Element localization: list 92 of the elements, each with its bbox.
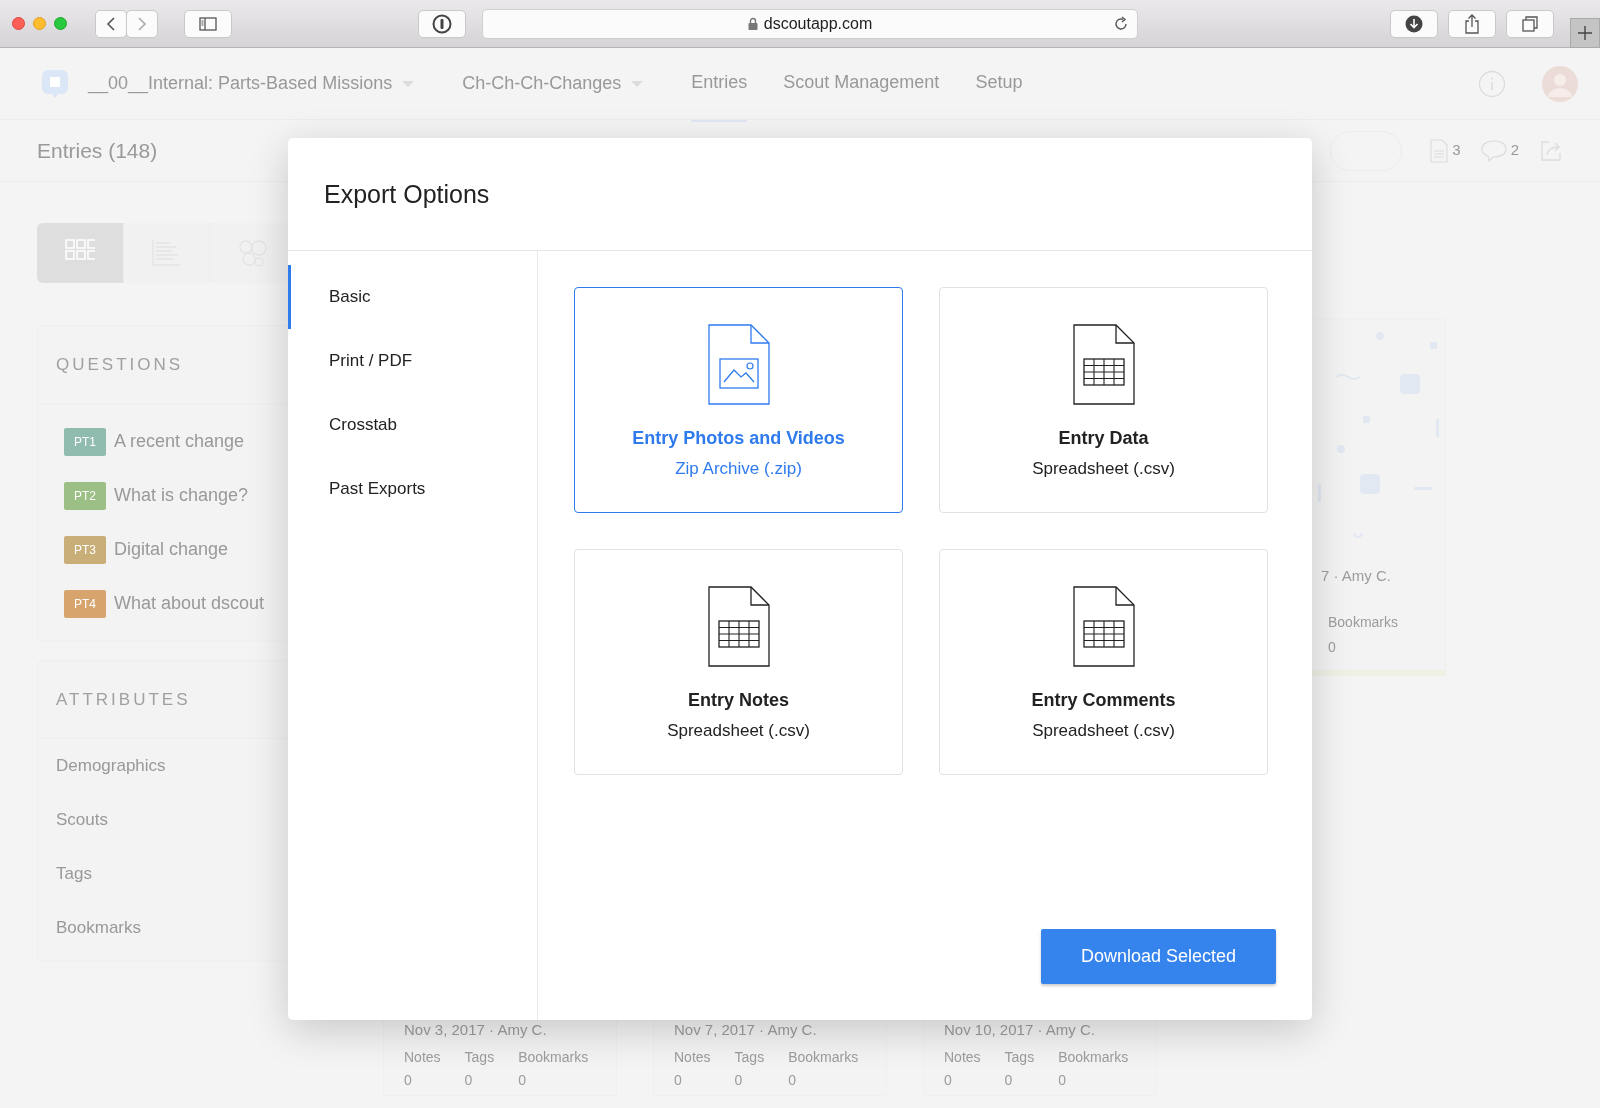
page-title: Entries (148) bbox=[37, 137, 158, 164]
download-button[interactable]: Download Selected bbox=[1041, 929, 1276, 984]
question-tag: PT3 bbox=[64, 535, 106, 564]
stat-label: Tags bbox=[734, 1048, 765, 1067]
tabs-icon bbox=[1522, 15, 1538, 32]
logo-icon bbox=[40, 67, 70, 100]
comment-icon[interactable] bbox=[1480, 138, 1507, 163]
tabs-button[interactable] bbox=[1506, 9, 1554, 38]
stat-value: 0 bbox=[464, 1071, 474, 1090]
nav-tab[interactable]: Setup bbox=[975, 45, 1023, 122]
entry-meta: Nov 3, 2017 · Amy C. bbox=[404, 1019, 548, 1040]
stat-label: Tags bbox=[464, 1048, 495, 1067]
option-subtitle: Spreadsheet (.csv) bbox=[1032, 458, 1175, 480]
url-text: dscoutapp.com bbox=[763, 13, 873, 34]
forward-button[interactable] bbox=[126, 9, 158, 38]
stat-label: Notes bbox=[944, 1048, 981, 1067]
forward-icon bbox=[137, 15, 147, 32]
stat-value: 0 bbox=[1004, 1071, 1014, 1090]
stat-value: 0 bbox=[1058, 1071, 1067, 1090]
export-option[interactable]: Entry Notes Spreadsheet (.csv) bbox=[574, 549, 903, 775]
stat-label: Bookmarks bbox=[518, 1048, 589, 1067]
window-control-icon[interactable] bbox=[33, 17, 46, 30]
count-label: 2 bbox=[1510, 140, 1519, 161]
window-control-icon[interactable] bbox=[54, 17, 67, 30]
avatar-icon[interactable] bbox=[1542, 65, 1578, 102]
spreadsheet-file-icon bbox=[1072, 324, 1135, 405]
option-title: Entry Comments bbox=[1031, 689, 1176, 712]
caret-icon bbox=[402, 79, 415, 88]
stat-label: Bookmarks bbox=[788, 1048, 859, 1067]
project-dropdown[interactable]: __00__Internal: Parts-Based Missions bbox=[88, 70, 393, 97]
sidebar-button[interactable] bbox=[184, 9, 232, 38]
entry-meta: 7 · Amy C. bbox=[1321, 566, 1392, 586]
download-button[interactable] bbox=[1390, 9, 1438, 38]
entry-meta: Nov 7, 2017 · Amy C. bbox=[674, 1019, 818, 1040]
spreadsheet-file-icon bbox=[1072, 586, 1135, 667]
window-control-icon[interactable] bbox=[12, 17, 25, 30]
question-tag: PT2 bbox=[64, 481, 106, 510]
stat-value: 0 bbox=[1328, 637, 1337, 657]
share-icon bbox=[1464, 13, 1480, 34]
back-icon bbox=[106, 15, 116, 32]
stat-value: 0 bbox=[674, 1071, 683, 1090]
stat-value: 0 bbox=[788, 1071, 797, 1090]
password-button[interactable] bbox=[418, 9, 466, 38]
stat-value: 0 bbox=[734, 1071, 744, 1090]
sidebar-icon bbox=[199, 16, 217, 31]
entry-meta: Nov 10, 2017 · Amy C. bbox=[944, 1019, 1096, 1040]
stat-label: Tags bbox=[1004, 1048, 1035, 1067]
lock-icon bbox=[747, 17, 758, 30]
reload-icon[interactable] bbox=[1113, 15, 1129, 32]
menu-item[interactable]: Past Exports bbox=[288, 457, 537, 521]
option-subtitle: Spreadsheet (.csv) bbox=[667, 720, 810, 742]
question-label[interactable]: Digital change bbox=[114, 536, 229, 563]
option-subtitle: Spreadsheet (.csv) bbox=[1032, 720, 1175, 742]
menu-item[interactable]: Basic bbox=[288, 265, 537, 329]
option-title: Entry Photos and Videos bbox=[632, 427, 845, 450]
spreadsheet-file-icon bbox=[707, 586, 770, 667]
info-icon[interactable] bbox=[1478, 69, 1506, 98]
back-button[interactable] bbox=[95, 9, 127, 38]
stat-value: 0 bbox=[404, 1071, 413, 1090]
stat-label: Notes bbox=[404, 1048, 441, 1067]
count-label: 3 bbox=[1452, 140, 1461, 161]
export-option[interactable]: Entry Photos and Videos Zip Archive (.zip) bbox=[574, 287, 903, 513]
stat-label: Notes bbox=[674, 1048, 711, 1067]
download-icon bbox=[1405, 14, 1423, 33]
mission-dropdown[interactable]: Ch-Ch-Ch-Changes bbox=[462, 70, 622, 97]
option-title: Entry Notes bbox=[688, 689, 789, 712]
option-subtitle: Zip Archive (.zip) bbox=[675, 458, 802, 480]
nav-tab[interactable]: Entries bbox=[691, 45, 748, 122]
question-label[interactable]: What about dscout bbox=[114, 590, 265, 617]
stat-label: Bookmarks bbox=[1328, 612, 1400, 632]
share-button[interactable] bbox=[1448, 9, 1496, 38]
question-tag: PT4 bbox=[64, 589, 106, 618]
nav-tab[interactable]: Scout Management bbox=[783, 45, 940, 122]
option-title: Entry Data bbox=[1058, 427, 1149, 450]
question-label[interactable]: A recent change bbox=[114, 428, 245, 455]
stat-label: Bookmarks bbox=[1058, 1048, 1129, 1067]
dialog-title: Export Options bbox=[288, 138, 1312, 251]
question-label[interactable]: What is change? bbox=[114, 482, 249, 509]
export-option[interactable]: Entry Data Spreadsheet (.csv) bbox=[939, 287, 1268, 513]
document-icon[interactable] bbox=[1430, 138, 1449, 163]
stat-value: 0 bbox=[518, 1071, 527, 1090]
export-option[interactable]: Entry Comments Spreadsheet (.csv) bbox=[939, 549, 1268, 775]
view-tab[interactable] bbox=[37, 223, 124, 283]
image-file-icon bbox=[707, 324, 770, 405]
share-icon[interactable] bbox=[1539, 138, 1563, 163]
stat-value: 0 bbox=[944, 1071, 953, 1090]
new-tab-button[interactable] bbox=[1570, 18, 1600, 48]
keyhole-icon bbox=[432, 13, 452, 34]
address-field[interactable]: dscoutapp.com bbox=[482, 8, 1138, 39]
plus-icon bbox=[1578, 26, 1592, 40]
question-tag: PT1 bbox=[64, 427, 106, 456]
caret-icon bbox=[631, 79, 644, 88]
